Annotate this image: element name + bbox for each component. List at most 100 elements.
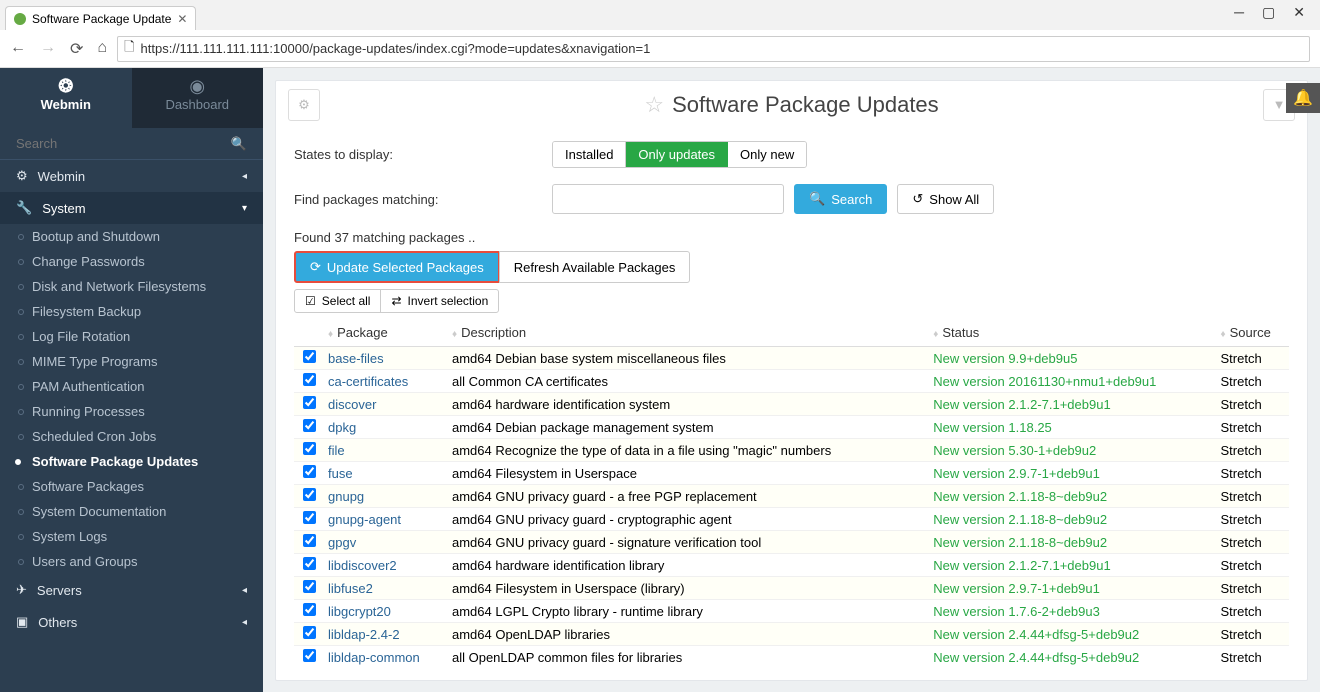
row-checkbox[interactable]	[303, 373, 316, 386]
package-link[interactable]: libldap-common	[328, 650, 420, 665]
table-row: libgcrypt20 amd64 LGPL Crypto library - …	[294, 600, 1289, 623]
sidebar-item-pam-authentication[interactable]: PAM Authentication	[0, 374, 263, 399]
table-row: libldap-common all OpenLDAP common files…	[294, 646, 1289, 669]
notifications-button[interactable]: 🔔	[1286, 83, 1320, 113]
package-link[interactable]: base-files	[328, 351, 384, 366]
sidebar-item-system-logs[interactable]: System Logs	[0, 524, 263, 549]
package-link[interactable]: libgcrypt20	[328, 604, 391, 619]
invert-icon: ⇄	[391, 294, 401, 308]
chevron-icon: ◂	[242, 171, 247, 182]
package-link[interactable]: libldap-2.4-2	[328, 627, 400, 642]
star-icon[interactable]: ☆	[644, 92, 664, 118]
row-checkbox[interactable]	[303, 511, 316, 524]
column-package[interactable]: ♦Package	[324, 319, 448, 347]
sidebar-item-scheduled-cron-jobs[interactable]: Scheduled Cron Jobs	[0, 424, 263, 449]
package-link[interactable]: libfuse2	[328, 581, 373, 596]
sidebar-item-log-file-rotation[interactable]: Log File Rotation	[0, 324, 263, 349]
maximize-button[interactable]: ▢	[1262, 4, 1275, 21]
show-all-button[interactable]: ↺Show All	[897, 184, 994, 214]
bell-icon: 🔔	[1293, 88, 1313, 108]
reload-button[interactable]: ⟳	[70, 39, 83, 59]
column-status[interactable]: ♦Status	[929, 319, 1216, 347]
webmin-tab[interactable]: ❂ Webmin	[0, 68, 132, 128]
sidebar-item-software-package-updates[interactable]: Software Package Updates	[0, 449, 263, 474]
row-checkbox[interactable]	[303, 580, 316, 593]
package-description: amd64 GNU privacy guard - signature veri…	[448, 531, 929, 554]
package-status: New version 2.9.7-1+deb9u1	[929, 577, 1216, 600]
sidebar-item-bootup-and-shutdown[interactable]: Bootup and Shutdown	[0, 224, 263, 249]
sidebar-item-software-packages[interactable]: Software Packages	[0, 474, 263, 499]
row-checkbox[interactable]	[303, 534, 316, 547]
search-icon[interactable]: 🔍	[231, 136, 247, 152]
package-link[interactable]: dpkg	[328, 420, 356, 435]
sidebar-item-filesystem-backup[interactable]: Filesystem Backup	[0, 299, 263, 324]
back-button[interactable]: ←	[10, 39, 26, 59]
package-status: New version 2.1.18-8~deb9u2	[929, 485, 1216, 508]
tab-close-button[interactable]: ✕	[177, 12, 187, 26]
sidebar-search-input[interactable]	[16, 136, 231, 151]
package-link[interactable]: gnupg-agent	[328, 512, 401, 527]
package-search-input[interactable]	[552, 184, 784, 214]
sidebar-category-servers[interactable]: ✈Servers◂	[0, 574, 263, 606]
package-status: New version 2.9.7-1+deb9u1	[929, 462, 1216, 485]
package-source: Stretch	[1217, 508, 1290, 531]
row-checkbox[interactable]	[303, 626, 316, 639]
rocket-icon: ✈	[16, 582, 27, 598]
url-input[interactable]: 🗋 https://111.111.111.111:10000/package-…	[117, 36, 1310, 62]
webmin-logo-icon: ❂	[0, 76, 132, 97]
forward-button[interactable]: →	[40, 39, 56, 59]
dashboard-tab[interactable]: ◉ Dashboard	[132, 68, 264, 128]
row-checkbox[interactable]	[303, 419, 316, 432]
sidebar-item-running-processes[interactable]: Running Processes	[0, 399, 263, 424]
favicon-icon	[14, 13, 26, 25]
update-selected-button[interactable]: ⟳Update Selected Packages	[294, 251, 500, 283]
select-all-button[interactable]: ☑ Select all	[294, 289, 381, 313]
sidebar-item-disk-and-network-filesystems[interactable]: Disk and Network Filesystems	[0, 274, 263, 299]
sidebar-category-webmin[interactable]: ⚙Webmin◂	[0, 160, 263, 192]
state-installed[interactable]: Installed	[553, 142, 626, 167]
row-checkbox[interactable]	[303, 557, 316, 570]
package-link[interactable]: gpgv	[328, 535, 356, 550]
package-status: New version 5.30-1+deb9u2	[929, 439, 1216, 462]
row-checkbox[interactable]	[303, 649, 316, 662]
package-status: New version 9.9+deb9u5	[929, 347, 1216, 370]
invert-selection-button[interactable]: ⇄ Invert selection	[380, 289, 499, 313]
sidebar-item-change-passwords[interactable]: Change Passwords	[0, 249, 263, 274]
sidebar-item-users-and-groups[interactable]: Users and Groups	[0, 549, 263, 574]
refresh-available-button[interactable]: Refresh Available Packages	[499, 251, 691, 283]
row-checkbox[interactable]	[303, 603, 316, 616]
sidebar-item-mime-type-programs[interactable]: MIME Type Programs	[0, 349, 263, 374]
close-window-button[interactable]: ✕	[1293, 4, 1305, 21]
row-checkbox[interactable]	[303, 465, 316, 478]
browser-tab[interactable]: Software Package Update ✕	[5, 6, 196, 30]
settings-button[interactable]: ⚙	[288, 89, 320, 121]
sort-icon: ♦	[1221, 329, 1226, 340]
refresh-icon: ⟳	[310, 259, 321, 275]
package-link[interactable]: libdiscover2	[328, 558, 397, 573]
column-description[interactable]: ♦Description	[448, 319, 929, 347]
column-source[interactable]: ♦Source	[1217, 319, 1290, 347]
search-icon: 🔍	[809, 191, 825, 207]
package-link[interactable]: fuse	[328, 466, 353, 481]
state-only-updates[interactable]: Only updates	[626, 142, 728, 167]
package-source: Stretch	[1217, 623, 1290, 646]
package-link[interactable]: file	[328, 443, 345, 458]
sidebar-category-system[interactable]: 🔧System▾	[0, 192, 263, 224]
package-link[interactable]: gnupg	[328, 489, 364, 504]
sidebar-category-others[interactable]: ▣Others◂	[0, 606, 263, 638]
package-link[interactable]: discover	[328, 397, 376, 412]
sidebar-item-system-documentation[interactable]: System Documentation	[0, 499, 263, 524]
row-checkbox[interactable]	[303, 350, 316, 363]
package-description: amd64 LGPL Crypto library - runtime libr…	[448, 600, 929, 623]
row-checkbox[interactable]	[303, 488, 316, 501]
minimize-button[interactable]: ─	[1234, 4, 1244, 20]
package-description: amd64 Recognize the type of data in a fi…	[448, 439, 929, 462]
package-link[interactable]: ca-certificates	[328, 374, 408, 389]
home-button[interactable]: ⌂	[97, 39, 107, 59]
package-description: amd64 hardware identification system	[448, 393, 929, 416]
package-status: New version 2.1.2-7.1+deb9u1	[929, 393, 1216, 416]
state-only-new[interactable]: Only new	[728, 142, 806, 167]
search-button[interactable]: 🔍Search	[794, 184, 887, 214]
row-checkbox[interactable]	[303, 442, 316, 455]
row-checkbox[interactable]	[303, 396, 316, 409]
